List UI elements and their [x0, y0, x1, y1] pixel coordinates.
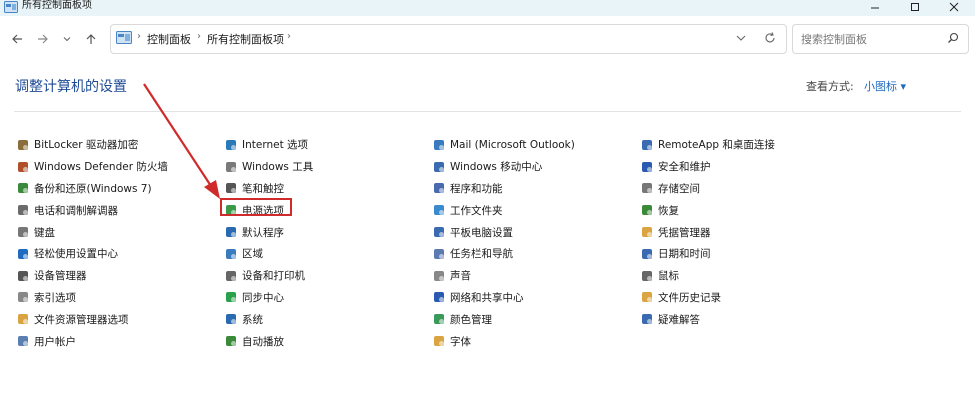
- annotation-arrow: [143, 83, 220, 199]
